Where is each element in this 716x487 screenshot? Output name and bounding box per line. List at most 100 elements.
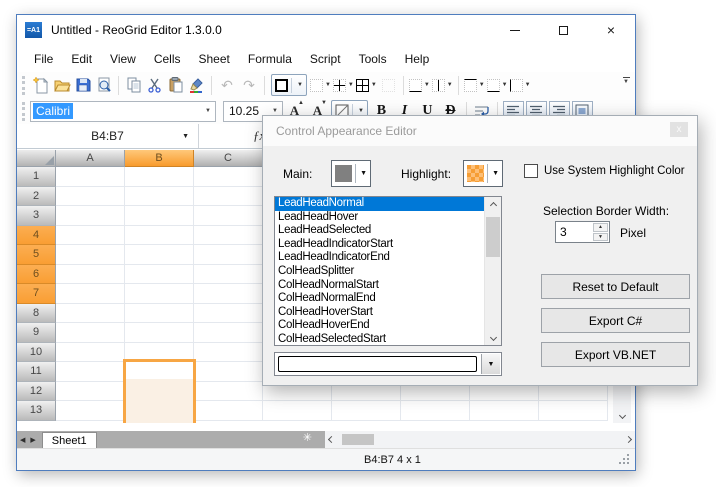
row-header-5[interactable]: 5 xyxy=(17,245,56,265)
dropdown-icon[interactable]: ▼ xyxy=(358,108,364,114)
color-value-combo[interactable]: ▼ xyxy=(274,352,502,376)
cell-c4[interactable] xyxy=(194,226,263,246)
cell-c2[interactable] xyxy=(194,187,263,207)
cell-c9[interactable] xyxy=(194,323,263,343)
combo-dropdown-button[interactable]: ▼ xyxy=(481,354,500,374)
menu-script[interactable]: Script xyxy=(301,48,350,70)
cell-c3[interactable] xyxy=(194,206,263,226)
cell-b3[interactable] xyxy=(125,206,194,226)
row-header-8[interactable]: 8 xyxy=(17,304,56,324)
row-header-10[interactable]: 10 xyxy=(17,343,56,363)
cell-a13[interactable] xyxy=(56,401,125,421)
main-color-picker[interactable]: ▼ xyxy=(331,160,371,187)
cell-c8[interactable] xyxy=(194,304,263,324)
cell-e13[interactable] xyxy=(332,401,401,421)
dropdown-icon[interactable]: ▼ xyxy=(447,82,453,88)
paste-button[interactable] xyxy=(165,73,186,97)
cell-b1[interactable] xyxy=(125,167,194,187)
list-item-leadheadindicatorend[interactable]: LeadHeadIndicatorEnd xyxy=(275,251,484,265)
row-header-7[interactable]: 7 xyxy=(17,284,56,304)
cell-g13[interactable] xyxy=(470,401,539,421)
print-preview-button[interactable] xyxy=(93,73,114,97)
list-item-colheadhoverstart[interactable]: ColHeadHoverStart xyxy=(275,306,484,320)
maximize-button[interactable] xyxy=(539,15,587,45)
cell-b6[interactable] xyxy=(125,265,194,285)
horizontal-scroll-thumb[interactable] xyxy=(342,434,374,445)
cell-a2[interactable] xyxy=(56,187,125,207)
highlight-color-picker[interactable]: ▼ xyxy=(463,160,503,187)
scroll-down-icon[interactable] xyxy=(485,329,501,345)
list-item-colheadnormalend[interactable]: ColHeadNormalEnd xyxy=(275,292,484,306)
cell-a10[interactable] xyxy=(56,343,125,363)
dialog-close-button[interactable]: x xyxy=(670,122,688,137)
undo-button[interactable]: ↶ xyxy=(216,73,238,97)
border-all-button[interactable]: ▼ xyxy=(355,73,378,97)
list-item-colheadnormalstart[interactable]: ColHeadNormalStart xyxy=(275,279,484,293)
font-name-combo[interactable]: Calibri ▼ xyxy=(30,101,216,122)
new-sheet-button[interactable]: ✳ xyxy=(303,433,312,444)
dropdown-icon[interactable]: ▼ xyxy=(502,82,508,88)
chevron-down-icon[interactable]: ▼ xyxy=(182,133,189,140)
border-horizontal-button[interactable]: ▼ xyxy=(486,73,509,97)
new-file-button[interactable] xyxy=(30,73,51,97)
cell-b8[interactable] xyxy=(125,304,194,324)
row-header-3[interactable]: 3 xyxy=(17,206,56,226)
cell-a7[interactable] xyxy=(56,284,125,304)
cell-a4[interactable] xyxy=(56,226,125,246)
border-bottom-button[interactable]: ▼ xyxy=(408,73,431,97)
cell-a11[interactable] xyxy=(56,362,125,382)
cell-c1[interactable] xyxy=(194,167,263,187)
toolbar-drag-handle[interactable] xyxy=(22,76,25,95)
column-header-a[interactable]: A xyxy=(56,150,125,167)
close-button[interactable]: × xyxy=(587,15,635,45)
reset-to-default-button[interactable]: Reset to Default xyxy=(541,274,690,299)
border-none-button[interactable] xyxy=(378,73,399,97)
dropdown-icon[interactable]: ▼ xyxy=(371,82,377,88)
cell-b4[interactable] xyxy=(125,226,194,246)
list-item-colheadselectedstart[interactable]: ColHeadSelectedStart xyxy=(275,333,484,346)
list-item-colheadsplitter[interactable]: ColHeadSplitter xyxy=(275,265,484,279)
row-header-1[interactable]: 1 xyxy=(17,167,56,187)
cell-a5[interactable] xyxy=(56,245,125,265)
scroll-left-icon[interactable] xyxy=(328,436,335,443)
next-sheet-icon[interactable]: ▶ xyxy=(30,436,35,444)
cell-a8[interactable] xyxy=(56,304,125,324)
column-header-c[interactable]: C xyxy=(194,150,263,167)
list-item-leadheadhover[interactable]: LeadHeadHover xyxy=(275,211,484,225)
cell-c12[interactable] xyxy=(194,382,263,402)
dropdown-icon[interactable]: ▼ xyxy=(325,82,331,88)
border-top-button[interactable]: ▼ xyxy=(463,73,486,97)
scroll-down-icon[interactable] xyxy=(618,412,625,419)
cell-h13[interactable] xyxy=(539,401,608,421)
dropdown-icon[interactable]: ▼ xyxy=(297,82,303,88)
previous-sheet-icon[interactable]: ◀ xyxy=(20,436,25,444)
toolbar-drag-handle[interactable] xyxy=(22,102,25,121)
use-system-highlight-checkbox[interactable] xyxy=(524,164,538,178)
border-outline-button[interactable]: ▼ xyxy=(271,74,307,96)
chevron-down-icon[interactable]: ▼ xyxy=(272,108,278,114)
dropdown-icon[interactable]: ▼ xyxy=(479,82,485,88)
border-vertical-button[interactable]: ▼ xyxy=(431,73,454,97)
dropdown-icon[interactable]: ▼ xyxy=(424,82,430,88)
menu-edit[interactable]: Edit xyxy=(62,48,101,70)
appearance-item-list[interactable]: LeadHeadNormalLeadHeadHoverLeadHeadSelec… xyxy=(274,196,502,346)
row-header-12[interactable]: 12 xyxy=(17,382,56,402)
row-header-6[interactable]: 6 xyxy=(17,265,56,285)
menu-cells[interactable]: Cells xyxy=(145,48,190,70)
row-header-4[interactable]: 4 xyxy=(17,226,56,246)
resize-grip[interactable] xyxy=(617,454,629,466)
redo-button[interactable]: ↷ xyxy=(238,73,260,97)
cell-b5[interactable] xyxy=(125,245,194,265)
chevron-down-icon[interactable]: ▼ xyxy=(205,108,211,114)
list-item-colheadhoverend[interactable]: ColHeadHoverEnd xyxy=(275,319,484,333)
menu-file[interactable]: File xyxy=(25,48,62,70)
cell-selection[interactable] xyxy=(123,359,196,423)
menu-sheet[interactable]: Sheet xyxy=(190,48,239,70)
format-painter-button[interactable] xyxy=(186,73,207,97)
copy-button[interactable] xyxy=(123,73,144,97)
cell-f13[interactable] xyxy=(401,401,470,421)
border-outside-button[interactable]: ▼ xyxy=(309,73,332,97)
cell-c5[interactable] xyxy=(194,245,263,265)
cell-d13[interactable] xyxy=(263,401,332,421)
open-file-button[interactable] xyxy=(51,73,72,97)
